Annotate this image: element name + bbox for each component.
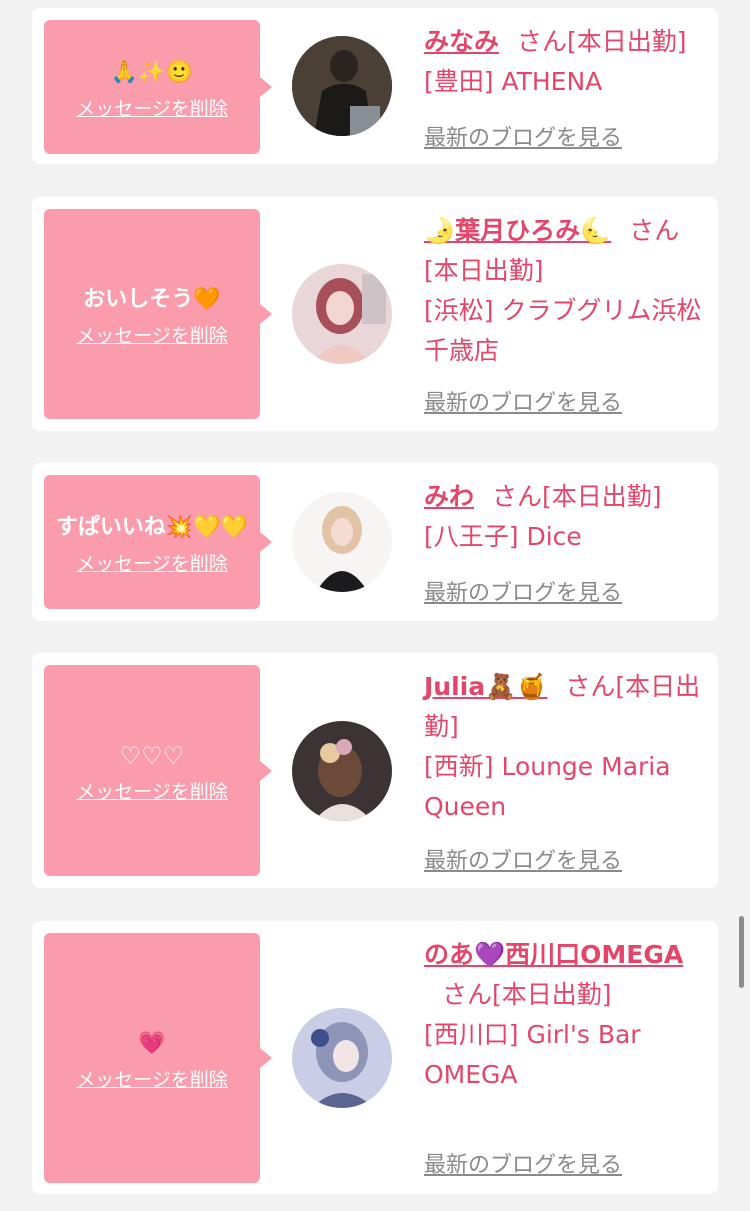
message-bubble: おいしそう🧡 メッセージを削除: [44, 209, 272, 419]
shop-label: [豊田] ATHENA: [424, 67, 603, 96]
message-text: 💗: [138, 1030, 166, 1056]
cast-name-link[interactable]: のあ💜西川口OMEGA: [424, 940, 683, 969]
delete-message-link[interactable]: メッセージを削除: [76, 321, 228, 348]
avatar-image: [292, 492, 392, 592]
latest-blog-link[interactable]: 最新のブログを見る: [424, 385, 622, 417]
honorific: さん: [517, 27, 568, 56]
shop-label: [西川口] Girl's Bar OMEGA: [424, 1020, 641, 1089]
latest-blog-link[interactable]: 最新のブログを見る: [424, 843, 622, 875]
message-card: 🙏✨🙂 メッセージを削除 みなみ さん[本日出勤] [豊田] ATHENA 最新の…: [32, 8, 718, 164]
attendance-status: [本日出勤]: [424, 256, 544, 285]
cast-name-link[interactable]: みなみ: [424, 27, 499, 56]
avatar-image: [292, 721, 392, 821]
cast-info: Julia🧸🍯 さん[本日出勤] [西新] Lounge Maria Queen: [424, 667, 706, 827]
message-bubble: ♡♡♡ メッセージを削除: [44, 665, 272, 876]
avatar[interactable]: [292, 492, 392, 592]
message-card: ♡♡♡ メッセージを削除 Julia🧸🍯 さん[本日出勤] [西新] Lounge…: [32, 653, 718, 888]
avatar[interactable]: [292, 1008, 392, 1108]
delete-message-link[interactable]: メッセージを削除: [76, 777, 228, 804]
cast-info: みわ さん[本日出勤] [八王子] Dice: [424, 477, 706, 557]
message-bubble: 🙏✨🙂 メッセージを削除: [44, 20, 272, 154]
honorific: さん: [442, 980, 493, 1009]
honorific: さん: [492, 482, 543, 511]
cast-name-link[interactable]: みわ: [424, 482, 474, 511]
avatar-image: [292, 36, 392, 136]
message-card: すぱいいね💥💛💛 メッセージを削除 みわ さん[本日出勤] [八王子] Dice …: [32, 463, 718, 621]
delete-message-link[interactable]: メッセージを削除: [76, 549, 228, 576]
cast-info: のあ💜西川口OMEGA さん[本日出勤] [西川口] Girl's Bar OME…: [424, 935, 706, 1095]
message-text: 🙏✨🙂: [110, 59, 194, 85]
attendance-status: [本日出勤]: [567, 27, 687, 56]
cast-name-link[interactable]: Julia🧸🍯: [424, 672, 547, 701]
scrollbar[interactable]: [739, 916, 744, 988]
latest-blog-link[interactable]: 最新のブログを見る: [424, 575, 622, 607]
message-card: 💗 メッセージを削除 のあ💜西川口OMEGA さん[本日出勤] [西川口] Gir…: [32, 921, 718, 1194]
attendance-status: [本日出勤]: [492, 980, 612, 1009]
avatar[interactable]: [292, 264, 392, 364]
message-text: おいしそう🧡: [83, 286, 221, 312]
cast-name-link[interactable]: 🌛葉月ひろみ🌜: [424, 216, 611, 245]
honorific: さん: [565, 672, 616, 701]
attendance-status: [本日出勤]: [542, 482, 662, 511]
cast-info: みなみ さん[本日出勤] [豊田] ATHENA: [424, 22, 706, 102]
message-bubble: 💗 メッセージを削除: [44, 933, 272, 1183]
message-card: おいしそう🧡 メッセージを削除 🌛葉月ひろみ🌜 さん [本日出勤] [浜松] クラ…: [32, 197, 718, 431]
delete-message-link[interactable]: メッセージを削除: [76, 1065, 228, 1092]
latest-blog-link[interactable]: 最新のブログを見る: [424, 1147, 622, 1179]
latest-blog-link[interactable]: 最新のブログを見る: [424, 120, 622, 152]
message-text: すぱいいね💥💛💛: [55, 514, 249, 540]
message-text: ♡♡♡: [119, 742, 185, 770]
avatar[interactable]: [292, 721, 392, 821]
honorific: さん: [629, 216, 680, 245]
avatar[interactable]: [292, 36, 392, 136]
avatar-image: [292, 1008, 392, 1108]
shop-label: [浜松] クラブグリム浜松千歳店: [424, 296, 702, 365]
delete-message-link[interactable]: メッセージを削除: [76, 94, 228, 121]
shop-label: [西新] Lounge Maria Queen: [424, 752, 671, 821]
avatar-image: [292, 264, 392, 364]
message-bubble: すぱいいね💥💛💛 メッセージを削除: [44, 475, 272, 609]
cast-info: 🌛葉月ひろみ🌜 さん [本日出勤] [浜松] クラブグリム浜松千歳店: [424, 211, 706, 371]
shop-label: [八王子] Dice: [424, 522, 582, 551]
